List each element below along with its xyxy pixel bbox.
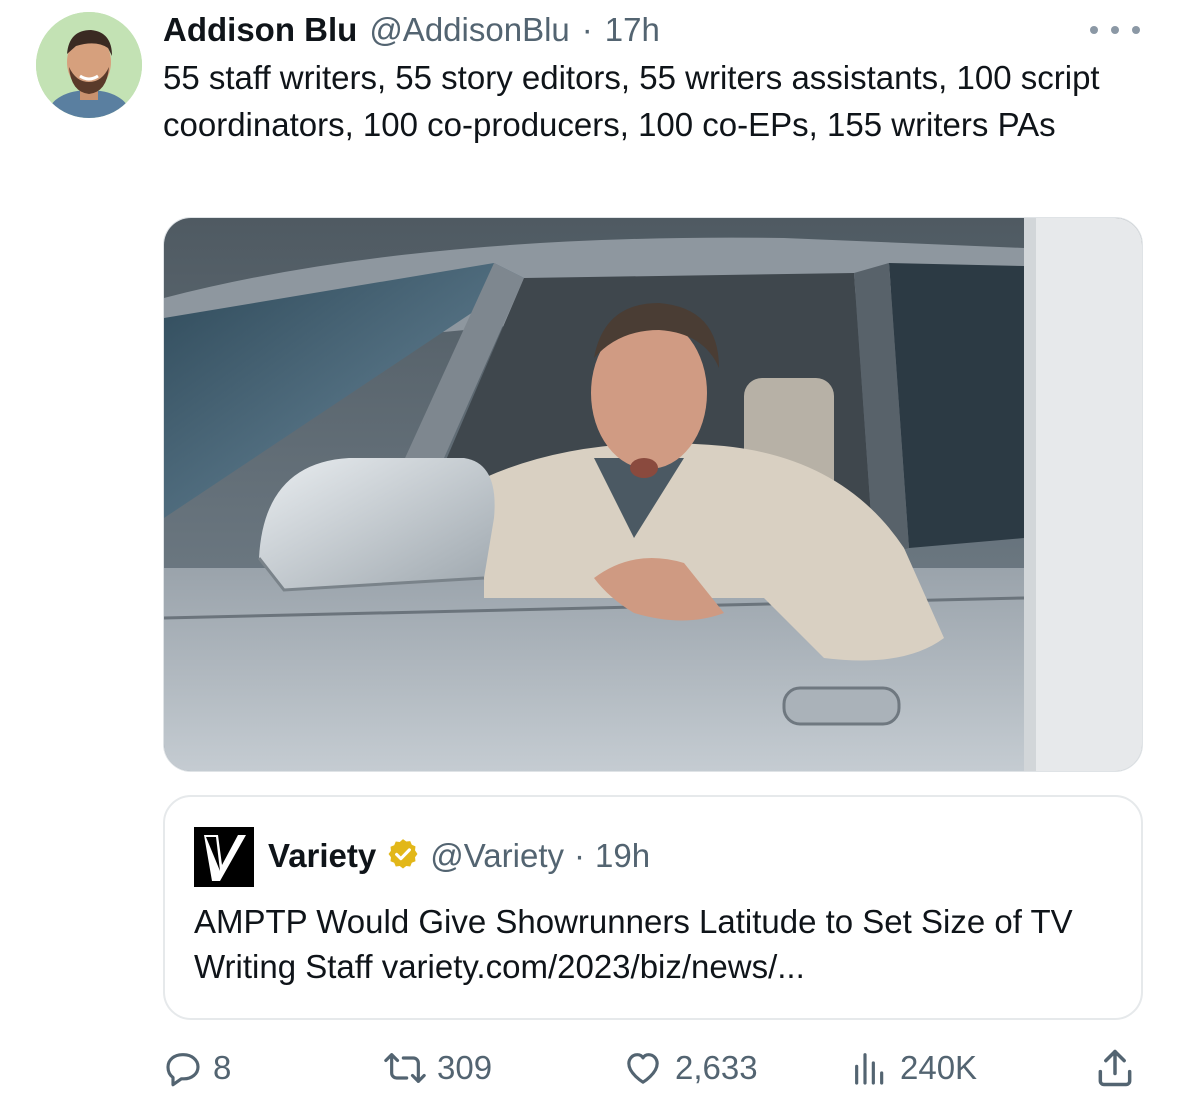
author-handle[interactable]: @AddisonBlu <box>369 11 569 49</box>
views-icon <box>850 1048 890 1088</box>
tweet-media-image[interactable] <box>163 217 1143 772</box>
quoted-separator-dot: · <box>574 837 586 874</box>
quoted-author-name[interactable]: Variety <box>268 837 376 875</box>
quoted-tweet-text: AMPTP Would Give Showrunners Latitude to… <box>194 903 1073 985</box>
quoted-timestamp[interactable]: 19h <box>595 837 650 875</box>
retweet-button[interactable]: 309 <box>383 1040 492 1096</box>
quoted-tweet-card[interactable]: Variety @Variety · 19h AMPTP Would Give … <box>163 795 1143 1020</box>
reply-button[interactable]: 8 <box>163 1040 231 1096</box>
share-icon <box>1093 1046 1137 1090</box>
retweet-icon <box>383 1048 427 1088</box>
views-button[interactable]: 240K <box>850 1040 977 1096</box>
author-avatar[interactable] <box>36 12 142 118</box>
heart-icon <box>621 1048 665 1088</box>
reply-count: 8 <box>213 1049 232 1086</box>
author-name[interactable]: Addison Blu <box>163 11 357 49</box>
verified-badge-icon <box>386 837 420 876</box>
more-horizontal-icon[interactable] <box>1090 18 1140 42</box>
retweet-count: 309 <box>437 1049 493 1086</box>
views-count: 240K <box>900 1049 978 1086</box>
quoted-tweet-header: Variety @Variety · 19h <box>268 833 650 879</box>
variety-logo[interactable] <box>194 827 254 887</box>
tweet-text: 55 staff writers, 55 story editors, 55 w… <box>163 59 1100 143</box>
quoted-author-handle[interactable]: @Variety <box>430 837 564 875</box>
like-count: 2,633 <box>675 1049 758 1086</box>
share-button[interactable] <box>1093 1040 1137 1096</box>
tweet-timestamp[interactable]: 17h <box>605 11 660 49</box>
tweet-action-bar: 8 309 2,633 240K <box>163 1040 1143 1096</box>
tweet-header: Addison Blu @AddisonBlu · 17h <box>163 8 660 52</box>
like-button[interactable]: 2,633 <box>621 1040 758 1096</box>
separator-dot: · <box>581 11 593 48</box>
reply-icon <box>163 1048 203 1088</box>
